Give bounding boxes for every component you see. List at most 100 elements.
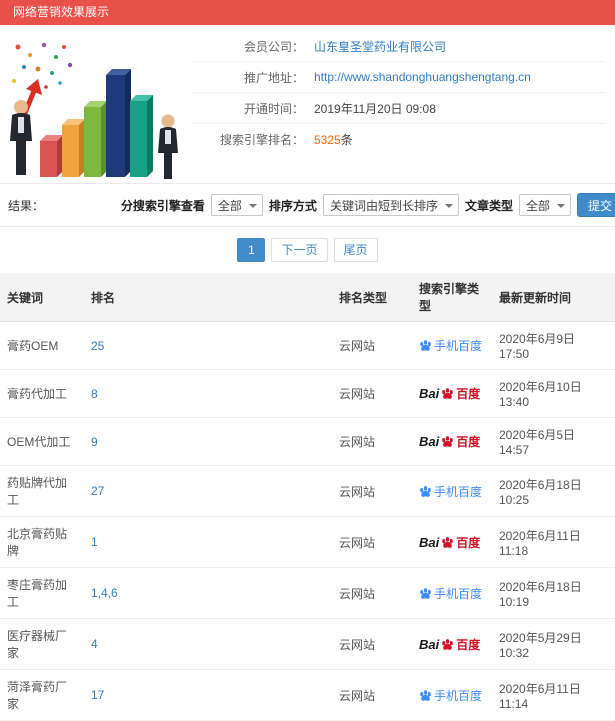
update-time-cell: 2020年5月29日 10:32 bbox=[492, 618, 615, 670]
keyword-cell: 北京膏药贴牌 bbox=[0, 516, 84, 568]
header-rank: 排名 bbox=[84, 273, 332, 322]
chevron-down-icon bbox=[556, 204, 565, 212]
table-row: 医疗器械厂家 4 云网站 Bai 百度 2020年5月29日 10:32 bbox=[0, 618, 615, 670]
rank-cell: 4 bbox=[84, 618, 332, 670]
article-type-label: 文章类型 bbox=[464, 198, 513, 213]
rank-link[interactable]: 4 bbox=[91, 637, 98, 651]
rank-type-cell: 云网站 bbox=[332, 618, 412, 670]
keyword-cell: 膏药OEM bbox=[0, 321, 84, 370]
keyword-ranking-table: 关键词 排名 排名类型 搜索引擎类型 最新更新时间 膏药OEM 25 云网站 手机百度… bbox=[0, 273, 615, 721]
sort-filter-value: 关键词由短到长排序 bbox=[329, 198, 438, 213]
baidu-badge: Bai 百度 bbox=[419, 433, 485, 450]
rank-type-cell: 云网站 bbox=[332, 567, 412, 619]
submit-button[interactable]: 提交 bbox=[576, 193, 615, 217]
baidu-bai-text: Bai bbox=[419, 386, 440, 401]
businessman-right bbox=[158, 114, 178, 179]
table-row: 枣庄膏药加工 1,4,6 云网站 手机百度 2020年6月18日 10:19 bbox=[0, 567, 615, 619]
baidu-cn-text: 百度 bbox=[456, 637, 481, 652]
baidu-cn-text: 百度 bbox=[456, 387, 481, 401]
engine-type-cell: Bai 百度 bbox=[412, 618, 492, 670]
engine-filter-select[interactable]: 全部 bbox=[210, 194, 263, 216]
mobile-baidu-badge: 手机百度 bbox=[419, 483, 485, 500]
open-time-value: 2019年11月20日 09:08 bbox=[314, 101, 436, 116]
baidu-paw-icon bbox=[419, 587, 432, 600]
chevron-down-icon bbox=[444, 204, 453, 212]
company-link[interactable]: 山东皇圣堂药业有限公司 bbox=[314, 38, 446, 55]
baidu-paw-icon bbox=[441, 435, 454, 448]
mobile-baidu-badge: 手机百度 bbox=[419, 337, 485, 354]
baidu-bai-text: Bai bbox=[419, 636, 440, 652]
keyword-cell: 医疗器械厂家 bbox=[0, 618, 84, 670]
engine-filter-label: 分搜索引擎查看 bbox=[120, 198, 205, 213]
baidu-badge: Bai 百度 bbox=[419, 385, 485, 402]
table-body: 膏药OEM 25 云网站 手机百度 2020年6月9日 17:50 膏药代加工 8 云网站 Ba… bbox=[0, 321, 615, 721]
update-time-cell: 2020年6月9日 17:50 bbox=[492, 321, 615, 370]
header-rank-type: 排名类型 bbox=[332, 273, 412, 322]
bar-chart-illustration bbox=[10, 42, 178, 179]
pagination: 1 下一页 尾页 bbox=[0, 227, 615, 273]
update-time-cell: 2020年6月5日 14:57 bbox=[492, 417, 615, 466]
results-bar: 结果： 分搜索引擎查看 全部 排序方式 关键词由短到长排序 文章类型 全部 提交 bbox=[0, 183, 615, 227]
article-type-value: 全部 bbox=[525, 198, 550, 213]
baidu-badge: Bai 百度 bbox=[419, 534, 485, 551]
baidu-badge: Bai 百度 bbox=[419, 636, 485, 653]
baidu-cn-text: 百度 bbox=[456, 435, 481, 449]
update-time-cell: 2020年6月18日 10:19 bbox=[492, 567, 615, 619]
baidu-bai-text: Bai bbox=[419, 434, 440, 449]
filter-controls: 分搜索引擎查看 全部 排序方式 关键词由短到长排序 文章类型 全部 提交 bbox=[121, 193, 615, 217]
engine-type-cell: Bai 百度 bbox=[412, 516, 492, 568]
baidu-paw-icon bbox=[441, 387, 454, 400]
engine-filter-value: 全部 bbox=[217, 198, 242, 213]
baidu-bai-text: Bai bbox=[419, 534, 440, 550]
company-label: 会员公司： bbox=[243, 39, 304, 54]
results-label: 结果： bbox=[8, 198, 45, 213]
rank-link[interactable]: 1,4,6 bbox=[91, 586, 118, 600]
rank-cell: 1,4,6 bbox=[84, 567, 332, 619]
baidu-paw-icon bbox=[419, 485, 432, 498]
next-page-button[interactable]: 下一页 bbox=[271, 238, 328, 262]
rank-cell: 17 bbox=[84, 669, 332, 721]
baidu-paw-icon bbox=[419, 689, 432, 702]
baidu-paw-icon bbox=[441, 536, 454, 549]
baidu-cn-text: 百度 bbox=[456, 535, 481, 550]
rank-link[interactable]: 17 bbox=[91, 688, 104, 702]
sort-filter-select[interactable]: 关键词由短到长排序 bbox=[322, 194, 459, 216]
table-row: 菏泽膏药厂家 17 云网站 手机百度 2020年6月11日 11:14 bbox=[0, 669, 615, 721]
keyword-cell: 膏药代加工 bbox=[0, 369, 84, 418]
sort-filter-label: 排序方式 bbox=[268, 198, 317, 213]
rank-link[interactable]: 25 bbox=[91, 339, 104, 353]
keyword-cell: 药贴牌代加工 bbox=[0, 465, 84, 517]
rank-link[interactable]: 1 bbox=[91, 535, 98, 549]
rank-type-cell: 云网站 bbox=[332, 465, 412, 517]
rank-cell: 25 bbox=[84, 321, 332, 370]
engine-type-cell: 手机百度 bbox=[412, 567, 492, 619]
table-row: 药贴牌代加工 27 云网站 手机百度 2020年6月18日 10:25 bbox=[0, 465, 615, 517]
keyword-cell: OEM代加工 bbox=[0, 417, 84, 466]
rank-type-cell: 云网站 bbox=[332, 417, 412, 466]
engine-label: 手机百度 bbox=[434, 688, 483, 703]
promo-url-link[interactable]: http://www.shandonghuangshengtang.cn bbox=[314, 70, 531, 84]
keyword-cell: 枣庄膏药加工 bbox=[0, 567, 84, 619]
rank-count-number: 5325 bbox=[314, 133, 341, 147]
engine-label: 手机百度 bbox=[434, 586, 483, 601]
rank-link[interactable]: 9 bbox=[91, 435, 98, 449]
page-1-button[interactable]: 1 bbox=[237, 238, 266, 262]
rank-cell: 1 bbox=[84, 516, 332, 568]
rank-type-cell: 云网站 bbox=[332, 669, 412, 721]
engine-type-cell: 手机百度 bbox=[412, 669, 492, 721]
baidu-paw-icon bbox=[419, 339, 432, 352]
rank-link[interactable]: 8 bbox=[91, 387, 98, 401]
rank-count-value: 5325条 bbox=[314, 131, 353, 148]
engine-type-cell: 手机百度 bbox=[412, 465, 492, 517]
engine-type-cell: Bai 百度 bbox=[412, 369, 492, 418]
last-page-button[interactable]: 尾页 bbox=[333, 238, 378, 262]
article-type-select[interactable]: 全部 bbox=[518, 194, 571, 216]
rank-type-cell: 云网站 bbox=[332, 321, 412, 370]
businessman-left bbox=[10, 100, 32, 175]
table-row: 膏药代加工 8 云网站 Bai 百度 2020年6月10日 13:40 bbox=[0, 369, 615, 418]
table-row: 膏药OEM 25 云网站 手机百度 2020年6月9日 17:50 bbox=[0, 321, 615, 370]
info-row-url: 推广地址： http://www.shandonghuangshengtang.… bbox=[192, 62, 605, 93]
rank-link[interactable]: 27 bbox=[91, 484, 104, 498]
rank-cell: 27 bbox=[84, 465, 332, 517]
update-time-cell: 2020年6月18日 10:25 bbox=[492, 465, 615, 517]
